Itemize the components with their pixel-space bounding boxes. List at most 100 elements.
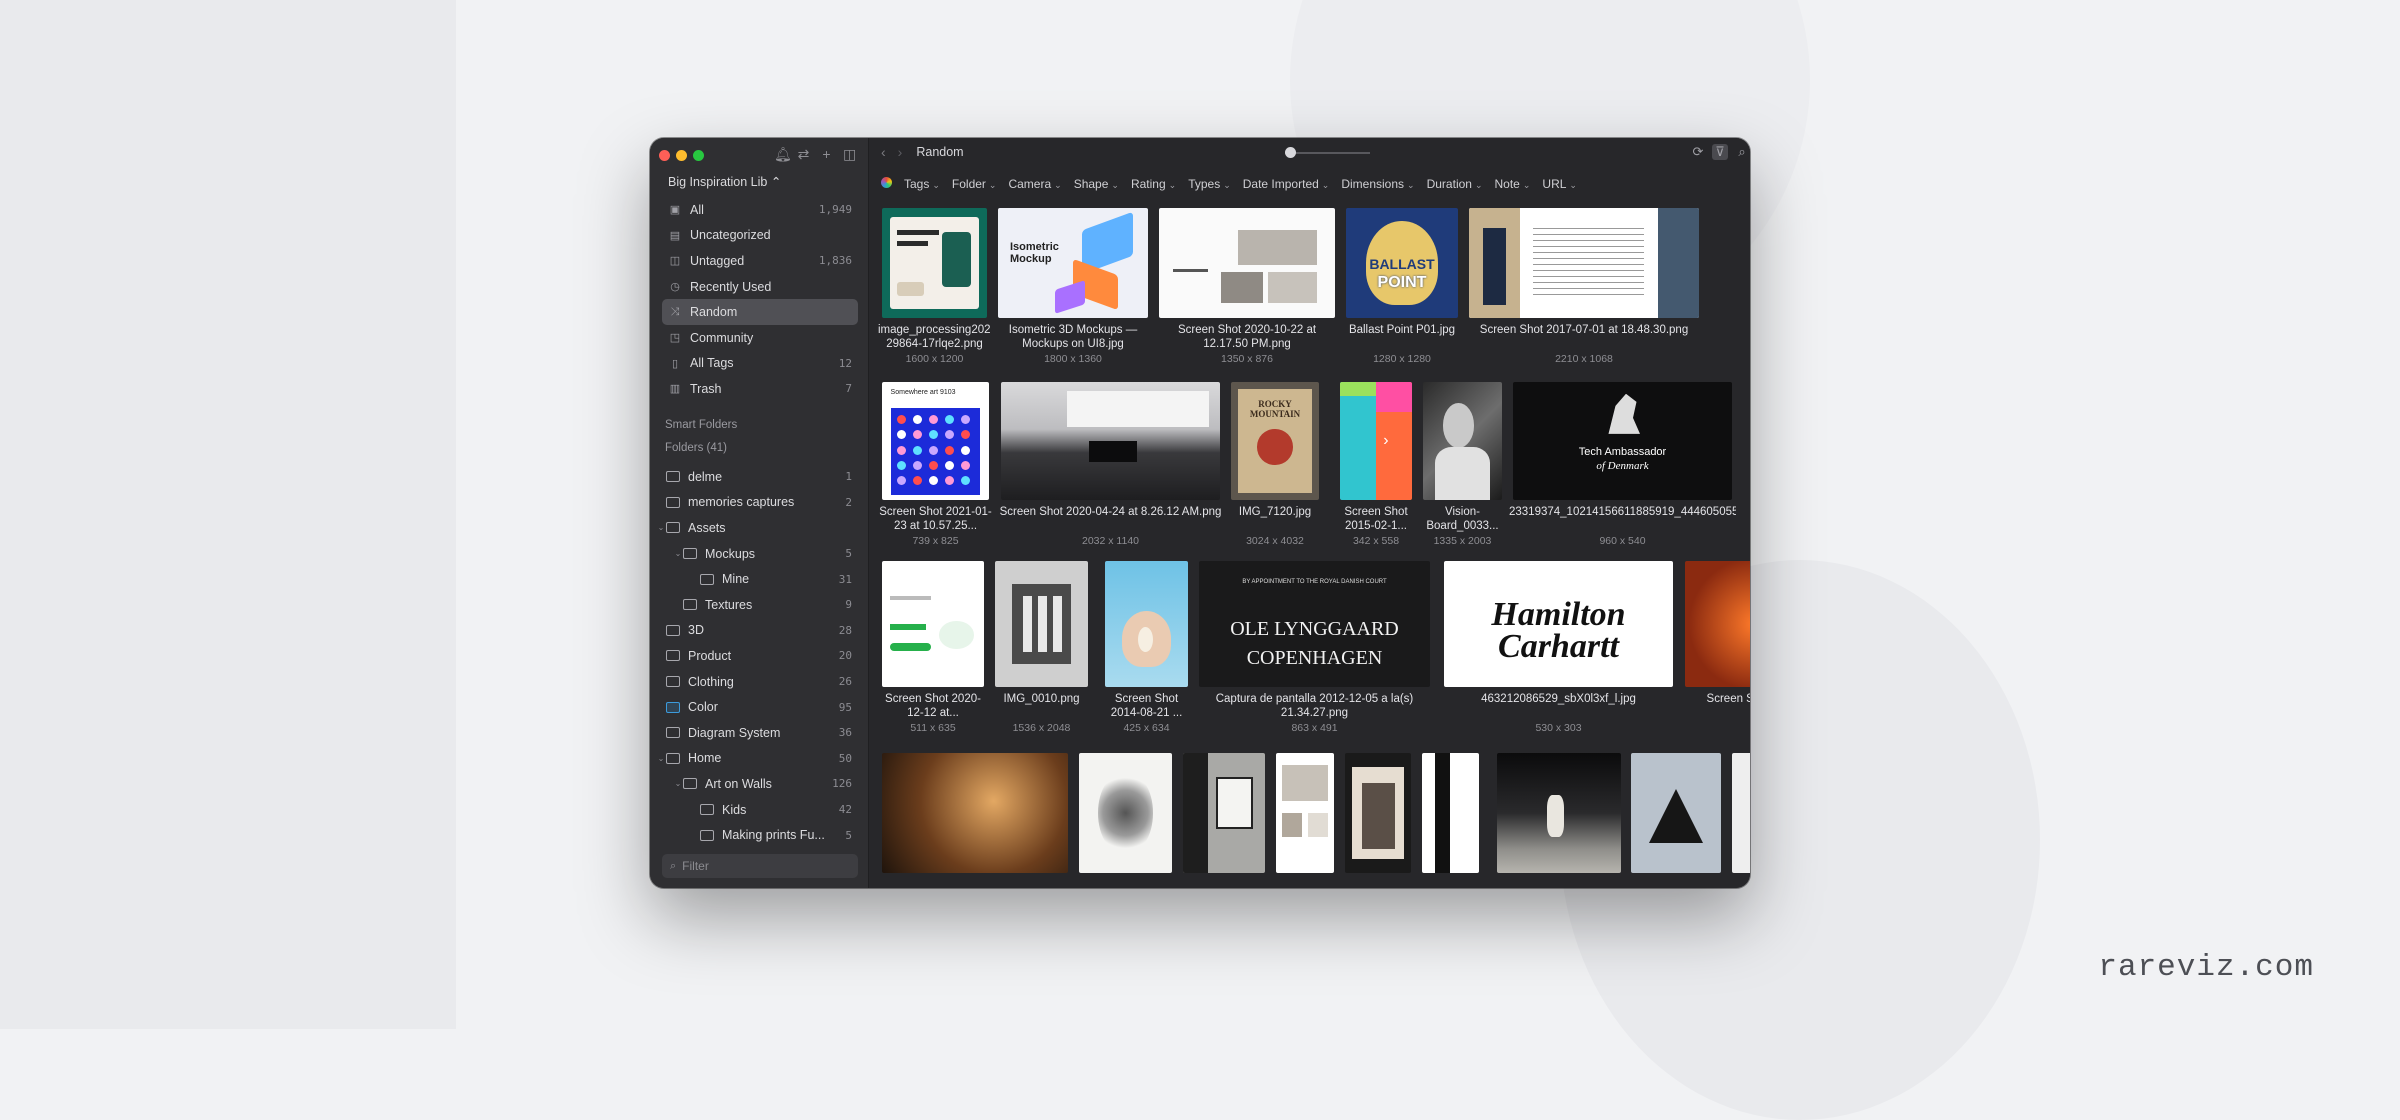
image-thumbnail[interactable]: Hamilton Carhartt 463212086529_sbX0l3xf_…	[1444, 561, 1673, 737]
thumbnail-image[interactable]: ›	[1340, 382, 1412, 500]
sync-icon[interactable]: ⟳	[1690, 144, 1706, 160]
sidebar-item-uncategorized[interactable]: ▤ Uncategorized	[662, 223, 858, 249]
filter-duration[interactable]: Duration	[1427, 177, 1483, 191]
folder-item[interactable]: Product 20	[650, 643, 868, 669]
thumbnail-image[interactable]	[1276, 753, 1334, 873]
thumbnail-image[interactable]	[1732, 753, 1750, 873]
image-thumbnail[interactable]: Isometric Mockup Isometric 3D Mockups — …	[998, 208, 1148, 368]
image-thumbnail[interactable]	[1345, 753, 1411, 888]
filter-types[interactable]: Types	[1188, 177, 1231, 191]
sidebar-item-community[interactable]: ◳ Community	[662, 325, 858, 351]
filter-tags[interactable]: Tags	[904, 177, 940, 191]
thumbnail-image[interactable]	[1423, 382, 1502, 500]
sidebar-item-all-tags[interactable]: ▯ All Tags 12	[662, 351, 858, 377]
image-thumbnail[interactable]: image_processing20211028-29864-17rlqe2.p…	[878, 208, 991, 368]
filter-rating[interactable]: Rating	[1131, 177, 1176, 191]
library-selector[interactable]: Big Inspiration Lib ⌃	[668, 174, 781, 189]
bell-icon[interactable]: 🔔︎	[774, 146, 792, 162]
image-thumbnail[interactable]	[1276, 753, 1334, 888]
sidebar-item-untagged[interactable]: ◫ Untagged 1,836	[662, 248, 858, 274]
folder-item[interactable]: Making prints Fu... 5	[650, 822, 868, 848]
sidebar-item-all[interactable]: ▣ All 1,949	[662, 197, 858, 223]
close-button[interactable]	[659, 150, 670, 161]
chevron-down-icon[interactable]: ⌄	[673, 549, 683, 558]
filter-shape[interactable]: Shape	[1074, 177, 1119, 191]
folder-item[interactable]: Clothing 26	[650, 669, 868, 695]
sidebar-item-recently-used[interactable]: ◷ Recently Used	[662, 274, 858, 300]
color-filter[interactable]	[881, 177, 892, 191]
sidebar-item-trash[interactable]: ▥ Trash 7	[662, 376, 858, 402]
folder-item[interactable]: delme 1	[650, 464, 868, 490]
shuffle-icon[interactable]: ⇄	[797, 146, 810, 162]
thumbnail-image[interactable]	[1497, 753, 1621, 873]
image-thumbnail[interactable]: ROCKY MOUNTAIN IMG_7120.jpg 3024 x 4032	[1231, 382, 1319, 550]
sidebar-icon[interactable]: ◫	[843, 146, 856, 162]
thumbnail-image[interactable]	[1631, 753, 1721, 873]
folders-title[interactable]: Folders (41)	[665, 442, 727, 454]
image-thumbnail[interactable]: Screen Shot 2020-04-24 at 8.26.12 AM.png…	[1000, 382, 1221, 550]
thumbnail-image[interactable]: BY APPOINTMENT TO THE ROYAL DANISH COURT…	[1199, 561, 1430, 687]
image-thumbnail[interactable]: Vision-Board_0033... 1335 x 2003	[1423, 382, 1502, 550]
folder-item[interactable]: Textures 9	[650, 592, 868, 618]
thumbnail-image[interactable]	[1469, 208, 1699, 318]
image-thumbnail[interactable]: Screen Shot 2014-08-21 ... 425 x 634	[1105, 561, 1188, 737]
folder-item[interactable]: Diagram System 36	[650, 720, 868, 746]
thumbnail-image[interactable]	[1079, 753, 1172, 873]
thumbnail-image[interactable]: Hamilton Carhartt	[1444, 561, 1673, 687]
thumbnail-image[interactable]	[995, 561, 1088, 687]
image-thumbnail[interactable]: Tech Ambassador of Denmark 23319374_10214…	[1509, 382, 1736, 550]
thumbnail-image[interactable]: Somewhere art 9103	[882, 382, 989, 500]
thumbnail-image[interactable]	[1422, 753, 1479, 873]
slider-knob[interactable]	[1285, 147, 1296, 158]
thumbnail-size-slider[interactable]	[1285, 147, 1370, 158]
image-thumbnail[interactable]: BALLAST POINT Ballast Point P01.jpg 1280 …	[1346, 208, 1458, 368]
thumbnail-image[interactable]	[1159, 208, 1335, 318]
filter-input[interactable]: ⌕ Filter	[662, 854, 858, 878]
thumbnail-image[interactable]	[882, 561, 984, 687]
folder-item[interactable]: Mine 31	[650, 566, 868, 592]
image-thumbnail[interactable]	[1079, 753, 1172, 888]
thumbnail-image[interactable]	[1685, 561, 1750, 687]
image-thumbnail[interactable]: Screen Shot 2020-10-22 at 12.17.50 PM.pn…	[1159, 208, 1335, 368]
thumbnail-image[interactable]	[882, 208, 987, 318]
folder-item[interactable]: ⌄ Home 50	[650, 746, 868, 772]
add-icon[interactable]: +	[820, 146, 833, 162]
image-thumbnail[interactable]	[1497, 753, 1621, 888]
image-thumbnail[interactable]: BY APPOINTMENT TO THE ROYAL DANISH COURT…	[1199, 561, 1430, 737]
image-thumbnail[interactable]: Screen Shot 2020-12-12 at... 511 x 635	[882, 561, 984, 737]
filter-folder[interactable]: Folder	[952, 177, 997, 191]
image-thumbnail[interactable]	[1631, 753, 1721, 888]
image-thumbnail[interactable]	[882, 753, 1068, 888]
image-thumbnail[interactable]: Somewhere art 9103 Screen Shot 2021-01-2…	[879, 382, 992, 550]
image-thumbnail[interactable]	[1422, 753, 1479, 888]
filter-camera[interactable]: Camera	[1008, 177, 1061, 191]
thumbnail-image[interactable]	[1183, 753, 1265, 873]
filter-note[interactable]: Note	[1495, 177, 1531, 191]
chevron-down-icon[interactable]: ⌄	[673, 779, 683, 788]
chevron-down-icon[interactable]: ⌄	[656, 754, 666, 763]
thumbnail-image[interactable]	[1105, 561, 1188, 687]
image-thumbnail[interactable]: › Screen Shot 2015-02-1... 342 x 558	[1340, 382, 1412, 550]
thumbnail-image[interactable]	[1345, 753, 1411, 873]
search-icon[interactable]: ⌕	[1734, 144, 1750, 160]
image-thumbnail[interactable]	[1183, 753, 1265, 888]
image-thumbnail[interactable]: IMG_0010.png 1536 x 2048	[995, 561, 1088, 737]
folder-item[interactable]: ⌄ Mockups 5	[650, 541, 868, 567]
folder-item[interactable]: memories captures 2	[650, 490, 868, 516]
folder-item[interactable]: Kids 42	[650, 797, 868, 823]
thumbnail-image[interactable]	[882, 753, 1068, 873]
image-thumbnail[interactable]	[1732, 753, 1750, 888]
filter-url[interactable]: URL	[1542, 177, 1577, 191]
image-thumbnail[interactable]: Screen Shot 2017-07-01 at 18.48.30.png 2…	[1469, 208, 1699, 368]
image-thumbnail[interactable]: Screen S...	[1685, 561, 1750, 737]
folder-item[interactable]: Color 95	[650, 694, 868, 720]
folder-item[interactable]: ⌄ Art on Walls 126	[650, 771, 868, 797]
thumbnail-image[interactable]: Isometric Mockup	[998, 208, 1148, 318]
smart-folders-title[interactable]: Smart Folders	[665, 419, 737, 431]
filter-dimensions[interactable]: Dimensions	[1341, 177, 1414, 191]
chevron-down-icon[interactable]: ⌄	[656, 523, 666, 532]
forward-icon[interactable]: ›	[898, 144, 903, 160]
minimize-button[interactable]	[676, 150, 687, 161]
zoom-button[interactable]	[693, 150, 704, 161]
folder-item[interactable]: 3D 28	[650, 618, 868, 644]
